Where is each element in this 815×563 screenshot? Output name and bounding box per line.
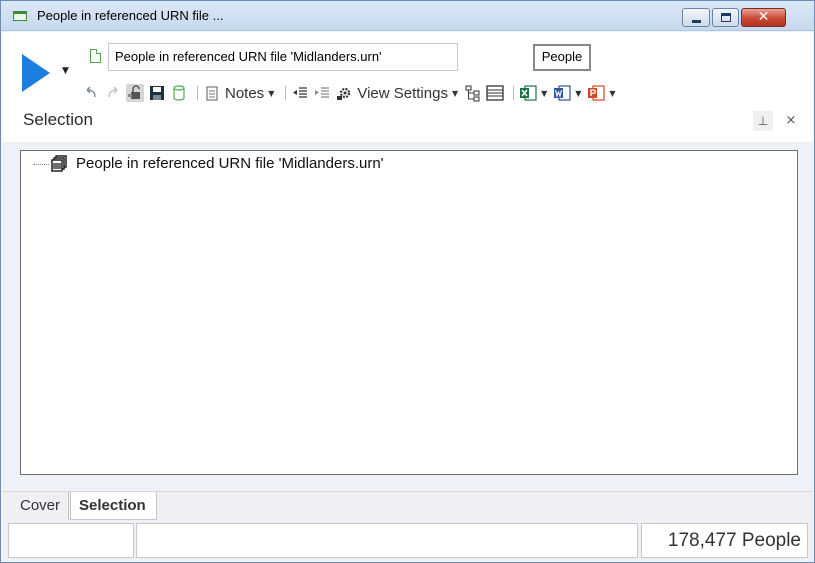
app-icon [13, 11, 27, 21]
toolbar-separator [197, 86, 198, 100]
indent-right-icon[interactable] [313, 84, 331, 102]
undo-icon[interactable] [82, 84, 100, 102]
selection-name-field[interactable]: People in referenced URN file 'Midlander… [108, 43, 458, 71]
minimize-button[interactable] [682, 8, 710, 27]
powerpoint-icon[interactable] [587, 84, 606, 102]
selection-tree[interactable]: People in referenced URN file 'Midlander… [20, 150, 798, 475]
tree-connector [33, 164, 49, 165]
window-title: People in referenced URN file ... [37, 8, 224, 23]
close-pane-icon[interactable]: × [781, 111, 801, 131]
tree-view-icon[interactable] [464, 84, 482, 102]
settings-icon[interactable] [335, 84, 353, 102]
minimize-icon [692, 20, 701, 23]
secondary-toolbar: Notes ▼ View Settings ▼ ▼ ▼ ▼ [82, 82, 622, 104]
tab-bar: Cover Selection [2, 491, 813, 520]
view-settings-dropdown-caret-icon[interactable]: ▼ [452, 89, 458, 98]
notes-button[interactable]: Notes [225, 85, 264, 102]
redo-icon[interactable] [104, 84, 122, 102]
word-dropdown-caret-icon[interactable]: ▼ [575, 89, 581, 98]
run-icon[interactable] [22, 54, 50, 92]
maximize-button[interactable] [712, 8, 739, 27]
database-icon[interactable] [170, 84, 188, 102]
status-cell-2 [136, 523, 638, 558]
tab-cover[interactable]: Cover [12, 492, 69, 520]
save-icon[interactable] [148, 84, 166, 102]
pin-icon[interactable]: ⊥ [753, 111, 773, 131]
document-icon [90, 49, 101, 63]
word-icon[interactable] [553, 84, 571, 102]
view-settings-button[interactable]: View Settings [357, 85, 448, 102]
indent-left-icon[interactable] [291, 84, 309, 102]
title-bar[interactable]: People in referenced URN file ... ✕ [1, 1, 814, 31]
toolbar-separator [513, 86, 515, 100]
maximize-icon [721, 13, 731, 22]
status-cell-1 [8, 523, 134, 558]
tree-item-label: People in referenced URN file 'Midlander… [76, 155, 384, 172]
record-count: 178,477 People [641, 523, 808, 558]
panel-title: Selection [23, 110, 93, 129]
people-button[interactable]: People [533, 44, 591, 71]
status-bar: 178,477 People [2, 521, 813, 561]
close-window-button[interactable]: ✕ [741, 8, 786, 27]
tab-selection[interactable]: Selection [70, 492, 157, 520]
notes-dropdown-caret-icon[interactable]: ▼ [268, 89, 274, 98]
close-icon: ✕ [757, 9, 770, 25]
toolbar-separator [285, 86, 287, 100]
excel-dropdown-caret-icon[interactable]: ▼ [541, 89, 547, 98]
excel-icon[interactable] [519, 84, 537, 102]
run-dropdown-caret-icon[interactable]: ▼ [62, 66, 69, 76]
clipboard-icon[interactable] [203, 84, 221, 102]
app-window: People in referenced URN file ... ✕ ▼ Pe… [0, 0, 815, 563]
powerpoint-dropdown-caret-icon[interactable]: ▼ [609, 89, 615, 98]
toolbar-area: ▼ People in referenced URN file 'Midland… [2, 32, 813, 142]
lock-icon[interactable] [126, 84, 144, 102]
grid-view-icon[interactable] [486, 84, 504, 102]
urn-file-icon [50, 155, 68, 173]
